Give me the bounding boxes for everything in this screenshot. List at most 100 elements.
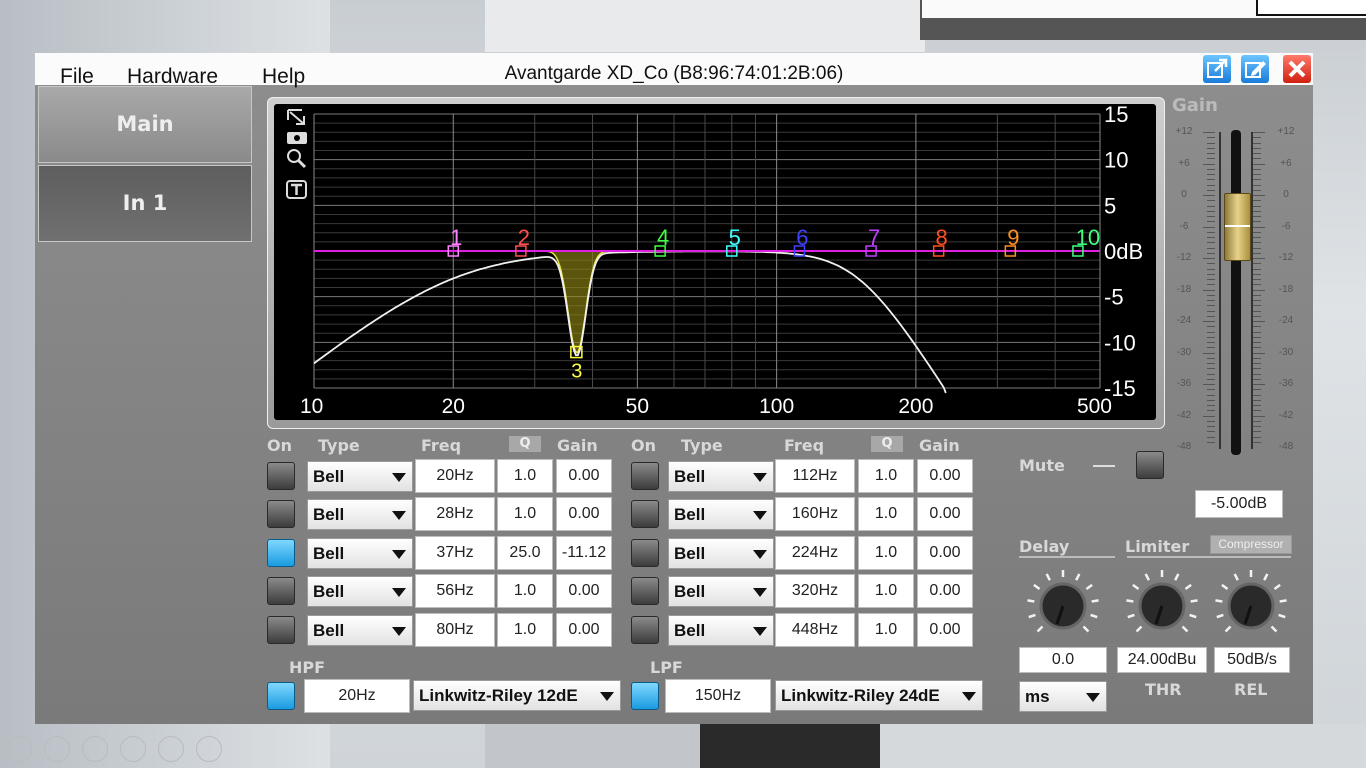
- band-q-field[interactable]: 1.0: [858, 459, 914, 493]
- band-type-select[interactable]: Bell: [668, 615, 774, 646]
- grid-icon[interactable]: [120, 736, 146, 762]
- lpf-enable-checkbox[interactable]: [631, 682, 659, 710]
- band-type-select[interactable]: Bell: [307, 615, 413, 646]
- gain-fader-handle[interactable]: [1224, 193, 1251, 261]
- band-gain-field[interactable]: 0.00: [556, 497, 612, 531]
- threshold-value-field[interactable]: 24.00dBu: [1117, 647, 1207, 673]
- band-freq-field[interactable]: 224Hz: [775, 536, 855, 570]
- band-q-field[interactable]: 1.0: [858, 613, 914, 647]
- header-gain: Gain: [919, 436, 960, 455]
- band-freq-field[interactable]: 448Hz: [775, 613, 855, 647]
- band-type-value: Bell: [313, 544, 345, 563]
- band-enable-checkbox[interactable]: [631, 500, 659, 528]
- delay-value-field[interactable]: 0.0: [1019, 647, 1107, 673]
- band-type-select[interactable]: Bell: [307, 499, 413, 530]
- eq-response-plot[interactable]: 151050dB-5-10-1510 20 50 100 200 5001 234 5 6 7 8 9…: [274, 102, 1156, 420]
- edit-button[interactable]: [1241, 55, 1269, 83]
- band-gain-field[interactable]: 0.00: [556, 574, 612, 608]
- band-type-select[interactable]: Bell: [668, 499, 774, 530]
- band-gain-field[interactable]: 0.00: [556, 613, 612, 647]
- band-gain-field[interactable]: 0.00: [917, 497, 973, 531]
- delay-unit-select[interactable]: ms: [1019, 681, 1107, 712]
- band-q-field[interactable]: 1.0: [858, 536, 914, 570]
- export-button[interactable]: [1203, 55, 1231, 83]
- close-button[interactable]: [1283, 55, 1311, 83]
- band-gain-field[interactable]: 0.00: [917, 613, 973, 647]
- zoom-icon[interactable]: [158, 736, 184, 762]
- delay-underline: [1019, 556, 1115, 558]
- hpf-enable-checkbox[interactable]: [267, 682, 295, 710]
- lpf-freq-field[interactable]: 150Hz: [665, 679, 771, 713]
- band-enable-checkbox[interactable]: [267, 616, 295, 644]
- band-gain-field[interactable]: 0.00: [917, 536, 973, 570]
- band-q-field[interactable]: 1.0: [497, 497, 553, 531]
- band-enable-checkbox[interactable]: [631, 539, 659, 567]
- gain-value-field[interactable]: -5.00dB: [1195, 490, 1283, 518]
- gain-scale-tick: [1253, 284, 1261, 286]
- band-q-field[interactable]: 1.0: [858, 574, 914, 608]
- band-type-select[interactable]: Bell: [668, 461, 774, 492]
- band-gain-field[interactable]: 0.00: [556, 459, 612, 493]
- hpf-type-value: Linkwitz-Riley 12dE: [419, 686, 578, 705]
- gain-scale-tick: [1207, 305, 1215, 307]
- band-type-select[interactable]: Bell: [668, 576, 774, 607]
- band-freq-field[interactable]: 112Hz: [775, 459, 855, 493]
- band-enable-checkbox[interactable]: [267, 462, 295, 490]
- compressor-button[interactable]: Compressor: [1210, 535, 1292, 554]
- band-freq-field[interactable]: 56Hz: [415, 574, 495, 608]
- hpf-type-select[interactable]: Linkwitz-Riley 12dE: [413, 680, 621, 711]
- band-q-field[interactable]: 1.0: [497, 613, 553, 647]
- band-enable-checkbox[interactable]: [267, 500, 295, 528]
- band-enable-checkbox[interactable]: [631, 577, 659, 605]
- band-q-field[interactable]: 25.0: [497, 536, 553, 570]
- gain-scale-tick: [1207, 158, 1215, 160]
- band-freq-field[interactable]: 37Hz: [415, 536, 495, 570]
- band-freq-field[interactable]: 320Hz: [775, 574, 855, 608]
- release-value-field[interactable]: 50dB/s: [1214, 647, 1290, 673]
- knob-tick: [1181, 625, 1189, 633]
- forward-icon[interactable]: [44, 736, 70, 762]
- gain-scale-tick: [1207, 315, 1215, 317]
- band-enable-checkbox[interactable]: [631, 616, 659, 644]
- band-gain-field[interactable]: -11.12: [556, 536, 612, 570]
- gain-scale-tick: [1207, 426, 1215, 427]
- desktop-logo-fragment: [1256, 0, 1366, 16]
- gain-scale-tick: [1253, 179, 1261, 181]
- band-freq-field[interactable]: 160Hz: [775, 497, 855, 531]
- band-enable-checkbox[interactable]: [267, 577, 295, 605]
- gain-fader-track[interactable]: [1231, 130, 1241, 455]
- knob-tick: [1045, 573, 1051, 581]
- band-gain-field[interactable]: 0.00: [917, 459, 973, 493]
- tab-main[interactable]: Main: [38, 86, 252, 163]
- band-q-field[interactable]: 1.0: [497, 459, 553, 493]
- tab-in-1[interactable]: In 1: [38, 165, 252, 242]
- chevron-down-icon: [753, 588, 767, 597]
- mute-checkbox[interactable]: [1136, 451, 1164, 479]
- knob-tick: [1132, 583, 1140, 590]
- eq-graph[interactable]: 15 10 5 0dB -5 -10 -15 10 20 50 100 200 500 1 2 3 4 5 6 7 8 9…: [274, 102, 1156, 420]
- band-freq-field[interactable]: 20Hz: [415, 459, 495, 493]
- gain-scale-tick: [1253, 405, 1261, 406]
- threshold-knob[interactable]: [1122, 566, 1202, 646]
- band-enable-checkbox[interactable]: [267, 539, 295, 567]
- band-type-select[interactable]: Bell: [307, 461, 413, 492]
- band-freq-field[interactable]: 28Hz: [415, 497, 495, 531]
- band-enable-checkbox[interactable]: [631, 462, 659, 490]
- pen-icon[interactable]: [82, 736, 108, 762]
- more-icon[interactable]: [196, 736, 222, 762]
- band-q-field[interactable]: 1.0: [858, 497, 914, 531]
- gain-scale-tick: [1253, 279, 1261, 280]
- band-type-select[interactable]: Bell: [307, 538, 413, 569]
- band-type-select[interactable]: Bell: [668, 538, 774, 569]
- chevron-down-icon: [753, 511, 767, 520]
- band-q-field[interactable]: 1.0: [497, 574, 553, 608]
- back-icon[interactable]: [6, 736, 32, 762]
- band-freq-field[interactable]: 80Hz: [415, 613, 495, 647]
- lpf-type-select[interactable]: Linkwitz-Riley 24dE: [775, 680, 983, 711]
- header-type: Type: [681, 436, 723, 455]
- band-type-select[interactable]: Bell: [307, 576, 413, 607]
- delay-knob[interactable]: [1023, 566, 1103, 646]
- hpf-freq-field[interactable]: 20Hz: [304, 679, 410, 713]
- band-gain-field[interactable]: 0.00: [917, 574, 973, 608]
- release-knob[interactable]: [1211, 566, 1291, 646]
